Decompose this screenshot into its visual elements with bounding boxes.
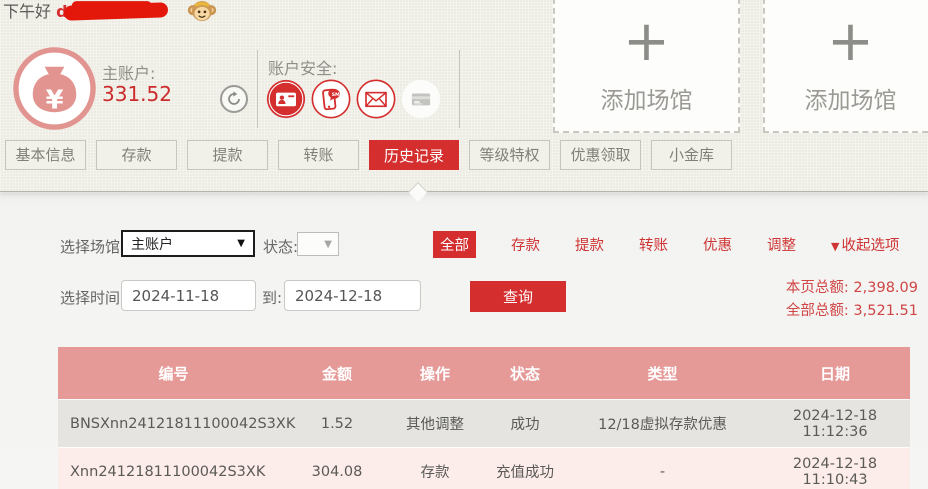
collapse-options-link[interactable]: ▼收起选项 [831, 234, 899, 255]
all-total-label: 全部总额: [786, 303, 849, 319]
page-total-value: 2,398.09 [853, 280, 918, 296]
col-header-date: 日期 [760, 347, 910, 399]
col-header-amount: 金额 [289, 347, 385, 399]
cell-id: Xnn24121811100042S3XK [58, 448, 289, 489]
svg-text:¥: ¥ [46, 85, 64, 115]
tab-withdraw[interactable]: 提款 [187, 140, 268, 170]
monkey-emoji-icon [187, 0, 217, 26]
status-select-label: 状态: [263, 236, 298, 257]
cell-operation: 其他调整 [385, 400, 485, 447]
col-header-operation: 操作 [385, 347, 485, 399]
tab-promo-claim[interactable]: 优惠领取 [560, 140, 641, 170]
chevron-down-icon: ▼ [237, 238, 245, 249]
security-icons-row: SMS [266, 79, 441, 119]
cell-status: 充值成功 [485, 448, 565, 489]
add-venue-label: 添加场馆 [601, 81, 693, 115]
plus-icon: + [827, 17, 874, 67]
cell-id: BNSXnn24121811100042S3XK [58, 400, 289, 447]
venue-select-label: 选择场馆: [60, 236, 125, 257]
email-icon[interactable] [356, 79, 396, 119]
cell-type: 12/18虚拟存款优惠 [565, 400, 760, 447]
account-history-page: 下午好 d ¥ 主账户: 331.52 账户安全: [0, 0, 928, 489]
divider-vertical [257, 50, 258, 128]
cell-date: 2024-12-18 11:10:43 [760, 448, 910, 489]
type-filter-bar: 全部 存款 提款 转账 优惠 调整 ▼收起选项 [433, 231, 899, 258]
main-account-label: 主账户: [102, 60, 155, 84]
tab-basic-info[interactable]: 基本信息 [5, 140, 86, 170]
all-total: 全部总额: 3,521.51 [786, 300, 918, 323]
tab-deposit[interactable]: 存款 [96, 140, 177, 170]
type-filter-withdraw[interactable]: 提款 [575, 234, 604, 255]
cell-amount: 304.08 [289, 448, 385, 489]
cell-date: 2024-12-18 11:12:36 [760, 400, 910, 447]
phone-sms-icon[interactable]: SMS [311, 79, 351, 119]
date-to-input[interactable] [284, 280, 421, 311]
type-filter-adjust[interactable]: 调整 [767, 234, 796, 255]
chevron-down-icon: ▼ [324, 239, 332, 250]
type-filter-deposit[interactable]: 存款 [511, 234, 540, 255]
refresh-balance-button[interactable] [220, 85, 248, 113]
col-header-type: 类型 [565, 347, 760, 399]
to-label: 到: [262, 287, 282, 308]
tab-vault[interactable]: 小金库 [651, 140, 732, 170]
bank-card-icon[interactable] [401, 79, 441, 119]
cell-operation: 存款 [385, 448, 485, 489]
triangle-down-icon: ▼ [831, 240, 839, 253]
divider-vertical [459, 50, 460, 128]
add-venue-button[interactable]: + 添加场馆 [553, 0, 740, 133]
collapse-options-label: 收起选项 [841, 238, 899, 254]
totals-summary: 本页总额: 2,398.09 全部总额: 3,521.51 [786, 277, 918, 323]
cell-status: 成功 [485, 400, 565, 447]
table-row: BNSXnn24121811100042S3XK 1.52 其他调整 成功 12… [58, 399, 910, 447]
redacted-name-scribble [63, 2, 167, 21]
main-tab-bar: 基本信息 存款 提款 转账 历史记录 等级特权 优惠领取 小金库 [5, 140, 732, 170]
greeting: 下午好 d [3, 0, 217, 26]
venue-select[interactable]: 主账户 ▼ [121, 230, 255, 257]
all-total-value: 3,521.51 [853, 303, 918, 319]
col-header-status: 状态 [485, 347, 565, 399]
money-bag-icon: ¥ [13, 47, 96, 130]
table-row: Xnn24121811100042S3XK 304.08 存款 充值成功 - 2… [58, 447, 910, 489]
history-panel: 选择场馆: 主账户 ▼ 状态: ▼ 全部 存款 提款 转账 优惠 调整 ▼收起选… [0, 192, 928, 489]
type-filter-promo[interactable]: 优惠 [703, 234, 732, 255]
account-security-label: 账户安全: [268, 55, 337, 79]
add-venue-label: 添加场馆 [805, 81, 897, 115]
page-total: 本页总额: 2,398.09 [786, 277, 918, 300]
table-header-row: 编号 金额 操作 状态 类型 日期 [58, 347, 910, 399]
time-range-label: 选择时间: [60, 287, 125, 308]
plus-icon: + [623, 17, 670, 67]
status-select[interactable]: ▼ [297, 232, 339, 256]
divider-horizontal [0, 191, 928, 192]
cell-amount: 1.52 [289, 400, 385, 447]
account-balance: 331.52 [102, 82, 172, 106]
greeting-text: 下午好 [3, 2, 51, 21]
date-from-input[interactable] [121, 280, 256, 311]
col-header-id: 编号 [58, 347, 289, 399]
tab-transfer[interactable]: 转账 [278, 140, 359, 170]
search-button[interactable]: 查询 [470, 281, 566, 312]
venue-select-value: 主账户 [131, 234, 173, 254]
cell-type: - [565, 448, 760, 489]
tab-level-privilege[interactable]: 等级特权 [469, 140, 550, 170]
history-table: 编号 金额 操作 状态 类型 日期 BNSXnn24121811100042S3… [58, 347, 910, 489]
id-card-icon[interactable] [266, 79, 306, 119]
type-filter-all[interactable]: 全部 [433, 231, 476, 258]
svg-text:SMS: SMS [332, 92, 344, 98]
refresh-icon [226, 91, 242, 107]
tab-history[interactable]: 历史记录 [369, 140, 459, 170]
add-venue-button[interactable]: + 添加场馆 [763, 0, 928, 133]
type-filter-transfer[interactable]: 转账 [639, 234, 668, 255]
page-total-label: 本页总额: [786, 280, 849, 296]
